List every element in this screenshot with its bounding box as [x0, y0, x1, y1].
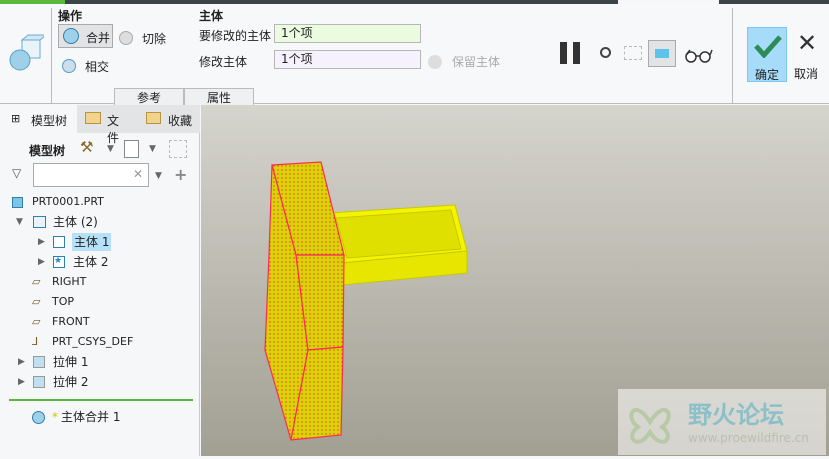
chevron-down-icon[interactable]: ▼ [155, 171, 162, 181]
cut-icon [119, 31, 133, 45]
expand-icon[interactable]: ▶ [38, 233, 45, 251]
model-tree-title: 模型树 [29, 144, 66, 158]
favorites-folder-icon [146, 112, 161, 124]
folder-icon [85, 112, 101, 124]
expand-icon[interactable]: ▶ [18, 353, 25, 371]
filter-icon[interactable]: ▽ [12, 166, 21, 180]
cancel-button[interactable]: ✕ 取消 [793, 27, 823, 82]
pause-icon[interactable] [560, 42, 567, 64]
show-list-icon[interactable] [124, 140, 139, 158]
expand-icon[interactable]: ▶ [18, 373, 25, 391]
bodies-to-modify-field[interactable]: 1个项 [274, 24, 421, 43]
checkmark-icon [754, 35, 782, 58]
no-preview-icon[interactable] [600, 47, 611, 58]
chevron-down-icon[interactable]: ▼ [149, 144, 156, 154]
default-body-star-icon: ★ [53, 256, 65, 268]
ok-button[interactable]: 确定 [747, 27, 787, 82]
keep-bodies-icon [428, 55, 442, 69]
chevron-down-icon[interactable]: ▼ [107, 144, 114, 154]
bodies-to-modify-label: 要修改的主体 [199, 29, 272, 43]
bodies-icon [33, 216, 46, 228]
watermark-logo: 野火论坛 www.proewildfire.cn [618, 389, 826, 455]
model-tree-panel: ⊞ 模型树 文件 收藏 模型树 ⚒ ▼ ▼ ▽ ✕ ▼ + PRT0001.PR… [0, 105, 200, 456]
column-visibility-icon[interactable] [169, 140, 187, 158]
tab-model-tree[interactable]: ⊞ 模型树 [0, 105, 77, 133]
close-icon: ✕ [797, 29, 818, 57]
graphics-viewport[interactable]: 野火论坛 www.proewildfire.cn [201, 105, 829, 456]
body-merge-feature-icon [9, 34, 44, 71]
datum-plane-icon: ▱ [32, 315, 41, 328]
feature-preview-icon [655, 49, 669, 58]
datum-plane-icon: ▱ [32, 275, 41, 288]
expand-icon[interactable]: ▶ [38, 253, 45, 271]
datum-plane-icon: ▱ [32, 295, 41, 308]
add-icon[interactable]: + [174, 165, 187, 184]
body-2-horizontal-box[interactable] [329, 204, 468, 286]
body-merge-icon [32, 411, 45, 424]
coordinate-system-icon: ⅃ [32, 335, 39, 348]
body-1-tall-box[interactable] [264, 161, 345, 441]
butterfly-logo-icon [629, 407, 671, 444]
ribbon: 操作 合并 切除 相交 主体 要修改的主体 1个项 修改主体 1个项 保留主体 … [0, 4, 829, 108]
search-input[interactable]: ✕ [33, 163, 149, 187]
operations-title: 操作 [58, 9, 83, 23]
insert-here-line[interactable] [9, 399, 193, 401]
tree-icon: ⊞ [11, 112, 21, 125]
feature-preview-button[interactable] [648, 40, 676, 67]
extrude-icon [33, 356, 45, 368]
merge-icon [63, 28, 79, 44]
collapse-icon[interactable]: ▼ [16, 213, 23, 231]
clear-icon[interactable]: ✕ [133, 167, 143, 181]
extrude-icon [33, 376, 45, 388]
part-icon [12, 197, 23, 208]
body-icon [53, 236, 65, 248]
settings-tools-icon[interactable]: ⚒ [80, 138, 93, 156]
tab-favorites[interactable]: 收藏 [146, 112, 200, 128]
intersect-icon [62, 59, 76, 73]
merge-button[interactable]: 合并 [58, 24, 113, 48]
modifying-bodies-field[interactable]: 1个项 [274, 50, 421, 69]
glasses-icon[interactable] [684, 48, 714, 64]
verify-icon[interactable] [624, 46, 642, 60]
modifying-bodies-label: 修改主体 [199, 55, 248, 69]
body-section-title: 主体 [199, 9, 224, 23]
